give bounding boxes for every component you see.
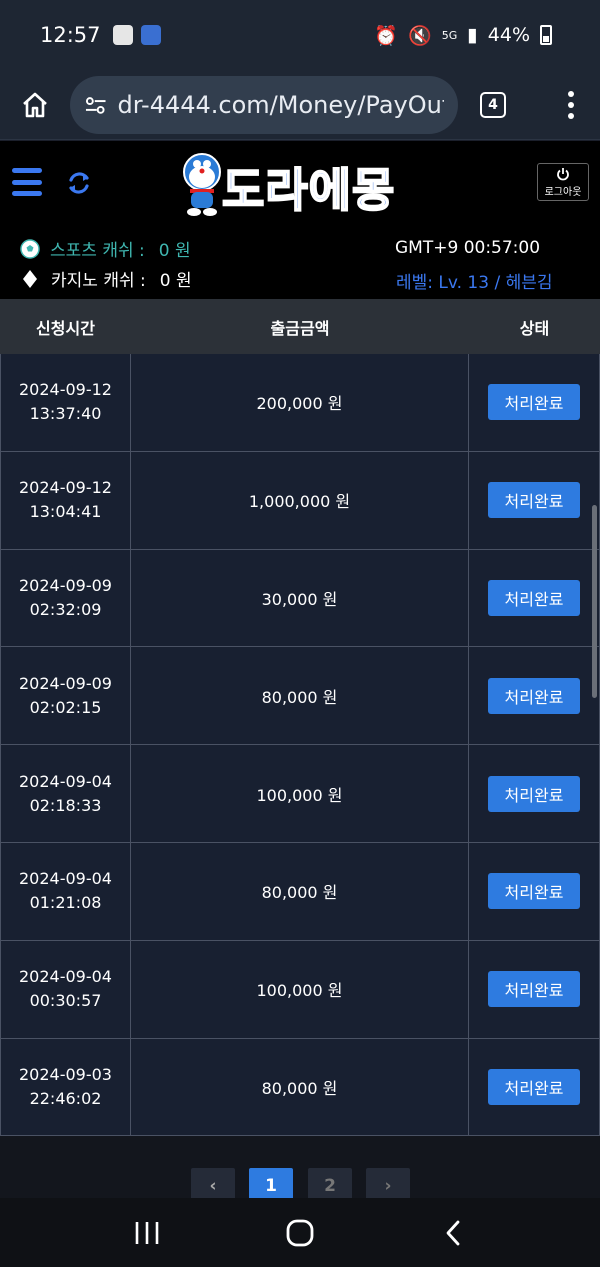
payout-table-body: 2024-09-12 13:37:40 200,000 원 처리완료 2024-…: [0, 354, 600, 1137]
request-time-cell: 2024-09-04 01:21:08: [0, 842, 131, 940]
table-row: 2024-09-09 02:02:15 80,000 원 처리완료: [0, 647, 600, 746]
casino-cash-value: 0 원: [159, 271, 192, 291]
system-navigation-bar: [0, 1198, 600, 1267]
signal-icon: ▮: [467, 24, 478, 46]
request-date: 2024-09-03: [19, 1064, 112, 1084]
payout-table-header: 신청시간 출금금액 상태: [0, 299, 600, 354]
request-time: 00:30:57: [29, 991, 102, 1011]
casino-cash-row: 카지노 캐쉬 : 0 원: [20, 266, 192, 291]
request-time: 01:21:08: [29, 893, 102, 913]
home-icon: [23, 92, 47, 117]
power-icon: [557, 167, 569, 180]
request-time: 02:32:09: [29, 599, 102, 619]
mascot-icon: [183, 153, 221, 216]
site-logo[interactable]: 도라에몽: [180, 148, 426, 220]
table-row: 2024-09-12 13:04:41 1,000,000 원 처리완료: [0, 451, 600, 550]
sports-cash-row: 스포츠 캐쉬 : 0 원: [20, 236, 191, 261]
payout-amount: 80,000 원: [261, 883, 338, 903]
status-badge[interactable]: 처리완료: [488, 971, 580, 1008]
table-row: 2024-09-04 02:18:33 100,000 원 처리완료: [0, 745, 600, 843]
request-date: 2024-09-09: [19, 575, 112, 595]
table-row: 2024-09-09 02:32:09 30,000 원 처리완료: [0, 549, 600, 648]
hamburger-menu-icon[interactable]: [12, 168, 42, 196]
request-time-cell: 2024-09-09 02:32:09: [0, 549, 131, 647]
payout-amount: 80,000 원: [261, 1078, 338, 1098]
mute-icon: 🔇: [408, 24, 432, 47]
address-bar[interactable]: dr-4444.com/Money/PayOut: [70, 75, 458, 134]
request-date: 2024-09-04: [19, 967, 112, 987]
battery-icon: [540, 25, 552, 45]
request-date: 2024-09-04: [19, 869, 112, 889]
status-badge[interactable]: 처리완료: [488, 775, 580, 812]
back-button[interactable]: [433, 1213, 473, 1253]
recents-button[interactable]: [127, 1213, 167, 1253]
browser-toolbar: dr-4444.com/Money/PayOut 4: [0, 70, 600, 140]
request-date: 2024-09-09: [19, 673, 112, 693]
site-settings-icon[interactable]: [84, 93, 107, 117]
alarm-icon: ⏰: [374, 24, 399, 47]
logout-button[interactable]: 로그아웃: [537, 163, 589, 201]
request-time-cell: 2024-09-12 13:04:41: [0, 451, 131, 549]
request-time-cell: 2024-09-04 00:30:57: [0, 940, 131, 1038]
request-time: 02:02:15: [29, 697, 102, 717]
pagination: [0, 1136, 600, 1200]
refresh-icon[interactable]: [66, 170, 92, 196]
request-time: 02:18:33: [29, 795, 102, 815]
home-nav-button[interactable]: [280, 1213, 320, 1253]
request-date: 2024-09-04: [19, 771, 112, 791]
network-type: 5G: [441, 28, 458, 42]
server-clock: GMT+9 00:57:00: [395, 238, 541, 258]
payout-amount: 30,000 원: [261, 589, 338, 609]
home-circle-icon: [286, 1219, 314, 1246]
url-text[interactable]: dr-4444.com/Money/PayOut: [117, 91, 444, 119]
status-badge[interactable]: 처리완료: [488, 677, 580, 714]
table-row: 2024-09-12 13:37:40 200,000 원 처리완료: [0, 354, 600, 452]
app-notification-icon: [140, 25, 161, 45]
status-badge[interactable]: 처리완료: [488, 579, 580, 616]
payout-amount: 1,000,000 원: [248, 492, 351, 512]
request-time-cell: 2024-09-09 02:02:15: [0, 647, 131, 745]
table-row: 2024-09-03 22:46:02 80,000 원 처리완료: [0, 1038, 600, 1137]
request-time: 13:37:40: [29, 404, 102, 424]
sports-cash-label: 스포츠 캐쉬 :: [50, 241, 145, 261]
header-status: 상태: [519, 318, 550, 338]
casino-cash-label: 카지노 캐쉬 :: [51, 271, 146, 291]
status-badge[interactable]: 처리완료: [488, 873, 580, 910]
status-time: 12:57: [40, 23, 101, 47]
diamond-icon: [23, 269, 37, 288]
soccer-ball-icon: [20, 238, 40, 259]
request-time: 13:04:41: [29, 502, 102, 522]
sports-cash-value: 0 원: [158, 241, 191, 261]
status-badge[interactable]: 처리완료: [488, 384, 580, 421]
table-row: 2024-09-04 00:30:57 100,000 원 처리완료: [0, 940, 600, 1039]
request-time: 22:46:02: [29, 1088, 102, 1108]
header-amount: 출금금액: [270, 318, 330, 338]
request-time-cell: 2024-09-04 02:18:33: [0, 745, 131, 842]
logout-label: 로그아웃: [544, 186, 582, 198]
recents-icon: [135, 1221, 158, 1244]
payout-amount: 200,000 원: [256, 394, 343, 414]
back-icon: [446, 1220, 460, 1245]
payout-amount: 100,000 원: [256, 981, 343, 1001]
status-badge[interactable]: 처리완료: [488, 1068, 580, 1105]
request-date: 2024-09-12: [19, 380, 112, 400]
tab-switcher-button[interactable]: 4: [480, 91, 506, 118]
request-time-cell: 2024-09-03 22:46:02: [0, 1038, 131, 1136]
table-row: 2024-09-04 01:21:08 80,000 원 처리완료: [0, 842, 600, 941]
payout-amount: 100,000 원: [256, 785, 343, 805]
request-time-cell: 2024-09-12 13:37:40: [0, 354, 131, 451]
browser-menu-icon[interactable]: [568, 90, 574, 119]
payout-amount: 80,000 원: [261, 687, 338, 707]
user-level[interactable]: 레벨: Lv. 13 / 헤븐김: [396, 268, 553, 293]
logo-text: 도라에몽: [221, 162, 396, 218]
app-notification-icon: [112, 25, 133, 45]
status-badge[interactable]: 처리완료: [488, 482, 580, 519]
battery-percent: 44%: [487, 24, 530, 46]
request-date: 2024-09-12: [19, 478, 112, 498]
home-button[interactable]: [18, 88, 52, 122]
header-request-time: 신청시간: [36, 318, 95, 338]
system-status-bar: 12:57 ⏰ 🔇 5G ▮ 44%: [0, 0, 600, 70]
page-scrollbar[interactable]: [592, 505, 597, 698]
